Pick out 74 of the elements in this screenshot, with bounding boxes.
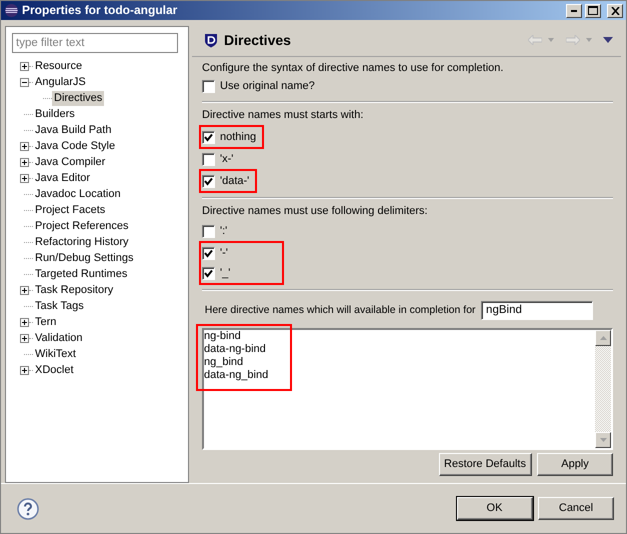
tree-item[interactable]: Targeted Runtimes (33, 267, 130, 282)
checkbox[interactable] (202, 224, 215, 238)
checkbox[interactable] (202, 130, 215, 144)
scrollbar[interactable] (595, 330, 611, 448)
checkbox-label: 'x-' (220, 152, 234, 166)
app-icon (4, 3, 19, 18)
minimize-icon (571, 10, 578, 12)
checkbox-label: 'data-' (220, 174, 250, 188)
tree-item[interactable]: Builders (33, 107, 77, 122)
page-title: Directives (224, 32, 291, 49)
tree-item[interactable]: AngularJS (33, 75, 88, 90)
tree-item[interactable]: Java Editor (33, 171, 92, 186)
checkbox-label: Use original name? (220, 80, 315, 94)
name-field[interactable]: ngBind (481, 300, 594, 320)
expand-icon[interactable] (20, 318, 29, 327)
tree-item[interactable]: Validation (33, 331, 84, 346)
tree-item[interactable]: XDoclet (33, 363, 76, 378)
minimize-button[interactable] (566, 4, 582, 18)
tree-item[interactable]: Task Repository (33, 283, 116, 298)
maximize-icon (588, 6, 598, 15)
scroll-up-button[interactable] (595, 330, 611, 346)
ok-button[interactable]: OK (456, 497, 532, 520)
tree-item[interactable]: Project References (33, 219, 131, 234)
tree-item[interactable]: Java Code Style (33, 139, 118, 154)
checkbox[interactable] (202, 174, 215, 188)
cancel-button[interactable]: Cancel (538, 497, 614, 520)
checkbox-label: nothing (220, 130, 256, 144)
restore-defaults-button[interactable]: Restore Defaults (438, 452, 532, 476)
checkbox-label: ':' (220, 224, 228, 238)
tree-item[interactable]: Tern (33, 315, 58, 330)
tree-item[interactable]: Java Build Path (33, 123, 114, 138)
view-menu-icon[interactable] (603, 37, 613, 44)
expand-icon[interactable] (20, 158, 29, 167)
section-heading: Directive names must use following delimiters: (202, 205, 429, 218)
maximize-button[interactable] (585, 4, 602, 18)
tree-item[interactable]: WikiText (33, 347, 78, 362)
checkbox[interactable] (202, 152, 215, 166)
expand-icon[interactable] (20, 366, 29, 375)
section-heading: Directive names must starts with: (202, 108, 364, 122)
tree-item[interactable]: Project Facets (33, 203, 108, 218)
filter-field[interactable]: type filter text (12, 33, 178, 53)
description-text: Configure the syntax of directive names to use for completion. (202, 62, 504, 75)
tree-item[interactable]: Resource (33, 59, 84, 74)
list-line: ng_bind (204, 356, 244, 370)
collapse-icon[interactable] (20, 78, 29, 87)
checkbox[interactable] (202, 80, 215, 94)
list-line: data-ng_bind (204, 369, 270, 383)
close-button[interactable] (607, 4, 623, 18)
tree-item[interactable]: Javadoc Location (33, 187, 123, 202)
tree-item[interactable]: Directives (52, 91, 104, 106)
checkbox[interactable] (202, 266, 215, 280)
shield-icon (204, 32, 218, 48)
checkbox-label: '_' (220, 266, 230, 280)
completion-label: Here directive names which will available in completion for (204, 304, 476, 317)
tree-item[interactable]: Run/Debug Settings (33, 251, 136, 266)
up-caret-icon (600, 336, 606, 340)
list-line: ng-bind (204, 330, 242, 344)
checkbox[interactable] (202, 246, 215, 260)
expand-icon[interactable] (20, 142, 29, 151)
expand-icon[interactable] (20, 286, 29, 295)
tree-item[interactable]: Java Compiler (33, 155, 108, 170)
apply-button[interactable]: Apply (537, 452, 613, 476)
scroll-down-button[interactable] (595, 432, 611, 448)
window-title: Properties for todo-angular (22, 3, 178, 18)
checkbox-label: '-' (220, 246, 228, 260)
expand-icon[interactable] (20, 334, 29, 343)
down-caret-icon (600, 438, 606, 442)
expand-icon[interactable] (20, 174, 29, 183)
close-icon (610, 6, 620, 14)
tree-item[interactable]: Refactoring History (33, 235, 131, 250)
help-icon[interactable] (17, 498, 39, 520)
expand-icon[interactable] (20, 62, 29, 71)
list-line: data-ng-bind (204, 343, 267, 356)
tree-item[interactable]: Task Tags (33, 299, 86, 314)
